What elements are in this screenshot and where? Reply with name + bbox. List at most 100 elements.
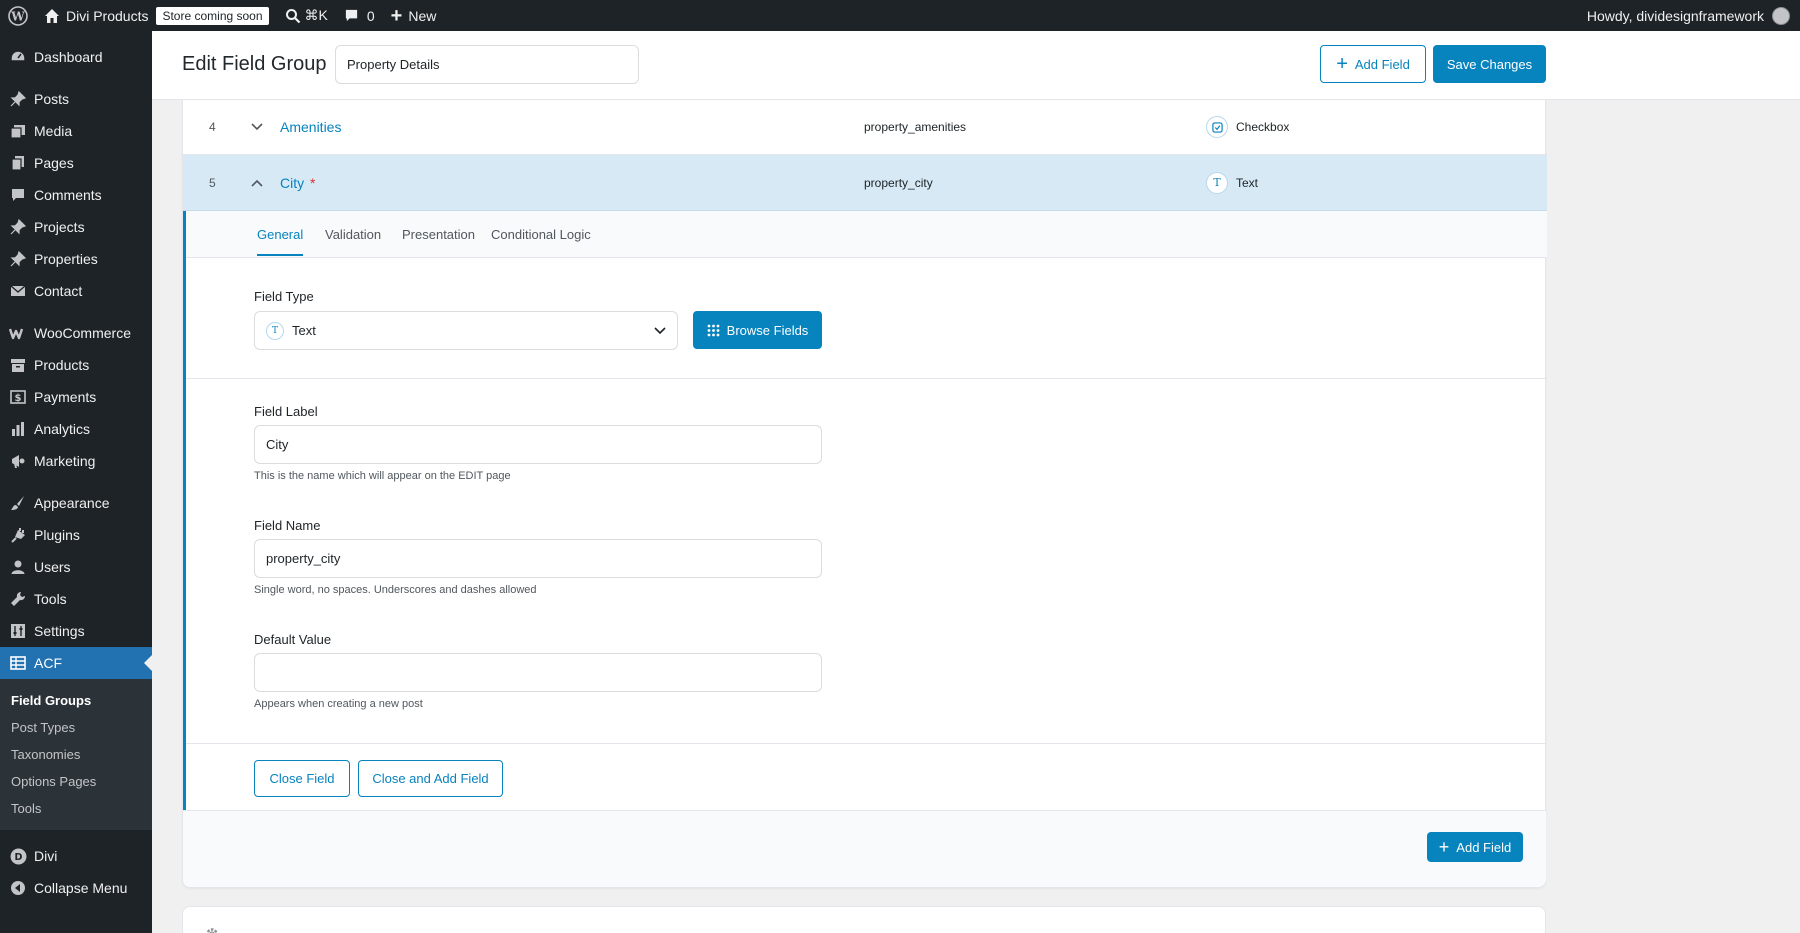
sidebar-item-label: Analytics <box>34 421 91 437</box>
settings-tabs: General Validation Presentation Conditio… <box>186 211 1547 258</box>
sidebar-item-posts[interactable]: Posts <box>0 83 152 115</box>
comments-count: 0 <box>366 7 375 24</box>
field-row-amenities[interactable]: 4 Amenities property_amenities Checkbox <box>183 100 1547 155</box>
field-order-number: 4 <box>209 120 216 134</box>
submenu-tools[interactable]: Tools <box>0 795 152 822</box>
sidebar-item-label: Media <box>34 123 73 139</box>
wordpress-logo-icon[interactable]: W <box>0 0 36 31</box>
sidebar-item-dashboard[interactable]: Dashboard <box>0 41 152 73</box>
store-status-badge[interactable]: Store coming soon <box>156 6 269 25</box>
comments-link[interactable]: 0 <box>336 0 383 31</box>
sidebar-item-label: WooCommerce <box>34 325 131 341</box>
text-type-icon: T <box>266 321 284 340</box>
pages-icon <box>8 153 28 173</box>
sidebar-item-label: Projects <box>34 219 85 235</box>
field-name-input[interactable] <box>254 539 822 578</box>
sidebar-item-label: Divi <box>34 848 58 864</box>
sidebar-item-label: Dashboard <box>34 49 103 65</box>
submenu-post-types[interactable]: Post Types <box>0 714 152 741</box>
sidebar-item-users[interactable]: Users <box>0 551 152 583</box>
submenu-field-groups[interactable]: Field Groups <box>0 687 152 714</box>
bar-chart-icon <box>8 419 28 439</box>
field-type-label: Field Type <box>254 289 314 304</box>
sidebar-item-comments[interactable]: Comments <box>0 179 152 211</box>
browse-fields-button[interactable]: Browse Fields <box>693 311 822 349</box>
divider <box>186 743 1547 744</box>
sidebar-item-tools[interactable]: Tools <box>0 583 152 615</box>
tab-validation[interactable]: Validation <box>325 227 381 242</box>
sidebar-item-divi[interactable]: D Divi <box>0 840 152 872</box>
page-title: Edit Field Group <box>182 53 327 75</box>
sidebar-item-contact[interactable]: Contact <box>0 275 152 307</box>
field-type-label: Text <box>1236 175 1259 190</box>
sidebar-item-settings[interactable]: Settings <box>0 615 152 647</box>
add-field-button[interactable]: + Add Field <box>1320 45 1426 83</box>
sidebar-item-payments[interactable]: $ Payments <box>0 381 152 413</box>
tab-conditional-logic[interactable]: Conditional Logic <box>491 227 591 242</box>
pin-icon <box>8 249 28 269</box>
field-type-select[interactable]: T Text <box>254 311 678 350</box>
sidebar-item-label: Collapse Menu <box>34 880 128 896</box>
sidebar-item-products[interactable]: Products <box>0 349 152 381</box>
close-and-add-field-button[interactable]: Close and Add Field <box>358 760 503 797</box>
chevron-down-icon[interactable] <box>251 120 263 134</box>
tab-general[interactable]: General <box>257 227 304 256</box>
sidebar-item-acf[interactable]: ACF <box>0 647 152 679</box>
field-type-indicator: Checkbox <box>1206 116 1289 138</box>
field-name-heading: Field Name <box>254 518 321 533</box>
site-name-link[interactable]: Divi Products Store coming soon <box>36 0 277 31</box>
sidebar-item-label: Properties <box>34 251 98 267</box>
field-settings-panel: General Validation Presentation Conditio… <box>183 211 1547 814</box>
divider <box>186 378 1547 379</box>
sidebar-item-analytics[interactable]: Analytics <box>0 413 152 445</box>
field-label-link[interactable]: City * <box>280 175 315 191</box>
sidebar-item-media[interactable]: Media <box>0 115 152 147</box>
svg-text:W: W <box>10 9 25 23</box>
acf-submenu: Field Groups Post Types Taxonomies Optio… <box>0 679 152 830</box>
sidebar-item-properties[interactable]: Properties <box>0 243 152 275</box>
default-value-heading: Default Value <box>254 632 332 647</box>
sliders-icon <box>8 621 28 641</box>
close-field-button[interactable]: Close Field <box>254 760 350 797</box>
grid-icon <box>707 324 720 337</box>
command-search[interactable]: ⌘K <box>277 0 336 31</box>
sidebar-item-projects[interactable]: Projects <box>0 211 152 243</box>
sidebar-item-marketing[interactable]: Marketing <box>0 445 152 477</box>
svg-text:D: D <box>14 852 22 863</box>
field-label-heading: Field Label <box>254 404 318 419</box>
my-account[interactable]: Howdy, dividesignframework <box>1579 0 1800 31</box>
submenu-options-pages[interactable]: Options Pages <box>0 768 152 795</box>
default-value-input[interactable] <box>254 653 822 692</box>
tab-presentation[interactable]: Presentation <box>402 227 475 242</box>
sidebar-item-pages[interactable]: Pages <box>0 147 152 179</box>
required-marker: * <box>310 174 316 191</box>
field-name-help: Single word, no spaces. Underscores and … <box>254 584 537 596</box>
sidebar-item-label: Marketing <box>34 453 96 469</box>
divi-icon: D <box>8 846 28 866</box>
sidebar-item-plugins[interactable]: Plugins <box>0 519 152 551</box>
submenu-taxonomies[interactable]: Taxonomies <box>0 741 152 768</box>
collapse-menu-button[interactable]: Collapse Menu <box>0 872 152 904</box>
field-group-title-input[interactable] <box>335 45 639 84</box>
save-changes-button[interactable]: Save Changes <box>1433 45 1546 83</box>
sidebar-item-appearance[interactable]: Appearance <box>0 487 152 519</box>
field-label-help: This is the name which will appear on th… <box>254 470 511 482</box>
footer-add-field-button[interactable]: + Add Field <box>1427 832 1523 862</box>
new-label: New <box>408 7 437 24</box>
field-label-input[interactable] <box>254 425 822 464</box>
field-label-link[interactable]: Amenities <box>280 119 341 135</box>
field-label-text: City <box>280 174 305 191</box>
add-field-label: Add Field <box>1354 56 1410 72</box>
plus-icon: + <box>390 4 403 27</box>
site-name: Divi Products <box>66 7 149 24</box>
howdy-text: Howdy, dividesignframework <box>1586 7 1764 24</box>
new-content-link[interactable]: + New <box>383 0 445 31</box>
chevron-up-icon[interactable] <box>251 176 263 190</box>
media-icon <box>8 121 28 141</box>
admin-sidebar: Dashboard Posts Media Pages Comments Pro… <box>0 31 152 933</box>
acf-icon <box>8 653 28 673</box>
sidebar-item-woocommerce[interactable]: WooCommerce <box>0 317 152 349</box>
comment-icon <box>344 8 359 23</box>
field-row-city[interactable]: 5 City * property_city T Text <box>183 155 1547 211</box>
collapse-icon <box>8 878 28 898</box>
